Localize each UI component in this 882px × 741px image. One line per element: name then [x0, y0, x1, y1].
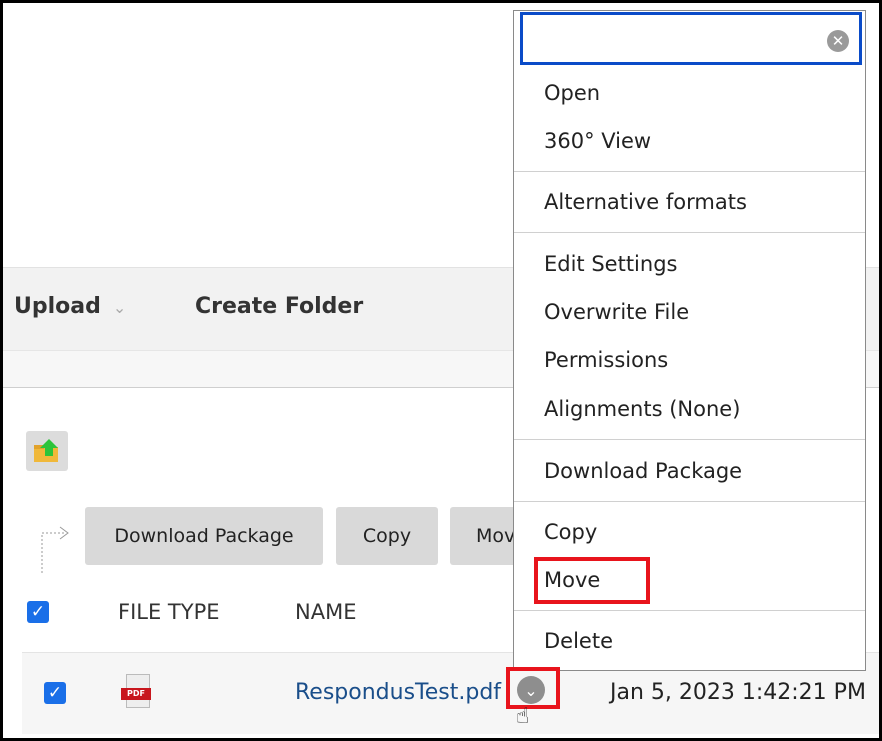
- menu-divider: [514, 501, 865, 502]
- column-header-file-type[interactable]: FILE TYPE: [118, 600, 220, 624]
- menu-item-delete[interactable]: Delete: [544, 629, 613, 653]
- menu-item-copy[interactable]: Copy: [544, 520, 597, 544]
- create-folder-button[interactable]: Create Folder: [195, 294, 363, 319]
- menu-divider: [514, 439, 865, 440]
- menu-divider: [514, 610, 865, 611]
- column-header-name[interactable]: NAME: [295, 600, 356, 624]
- menu-search-input[interactable]: ✕: [520, 12, 862, 65]
- menu-item-open[interactable]: Open: [544, 81, 600, 105]
- clear-icon[interactable]: ✕: [827, 30, 849, 52]
- menu-divider: [514, 232, 865, 233]
- highlight-box-move: [534, 557, 650, 604]
- row-checkbox[interactable]: ✓: [44, 682, 66, 704]
- menu-divider: [514, 171, 865, 172]
- highlight-box-chevron: [506, 667, 560, 709]
- upload-label: Upload: [14, 294, 101, 319]
- folder-up-icon: [34, 439, 58, 462]
- menu-item-alignments[interactable]: Alignments (None): [544, 397, 740, 421]
- parent-folder-button[interactable]: [26, 431, 68, 471]
- copy-button[interactable]: Copy: [336, 507, 438, 565]
- menu-item-alternative-formats[interactable]: Alternative formats: [544, 190, 747, 214]
- download-package-button[interactable]: Download Package: [85, 507, 323, 565]
- pdf-icon: PDF: [120, 674, 154, 710]
- menu-item-edit-settings[interactable]: Edit Settings: [544, 252, 677, 276]
- menu-item-360-view[interactable]: 360° View: [544, 129, 651, 153]
- upload-menu-button[interactable]: Upload ⌄: [14, 294, 126, 319]
- menu-item-permissions[interactable]: Permissions: [544, 348, 668, 372]
- chevron-down-icon: ⌄: [112, 298, 127, 317]
- pdf-badge: PDF: [121, 688, 151, 700]
- file-name-link[interactable]: RespondusTest.pdf: [295, 680, 501, 705]
- selection-arrow-icon: [41, 526, 69, 573]
- menu-item-download-package[interactable]: Download Package: [544, 459, 742, 483]
- hand-cursor-icon: ☝: [516, 704, 530, 729]
- file-date: Jan 5, 2023 1:42:21 PM: [610, 680, 866, 705]
- select-all-checkbox[interactable]: ✓: [27, 601, 49, 623]
- menu-item-overwrite-file[interactable]: Overwrite File: [544, 300, 689, 324]
